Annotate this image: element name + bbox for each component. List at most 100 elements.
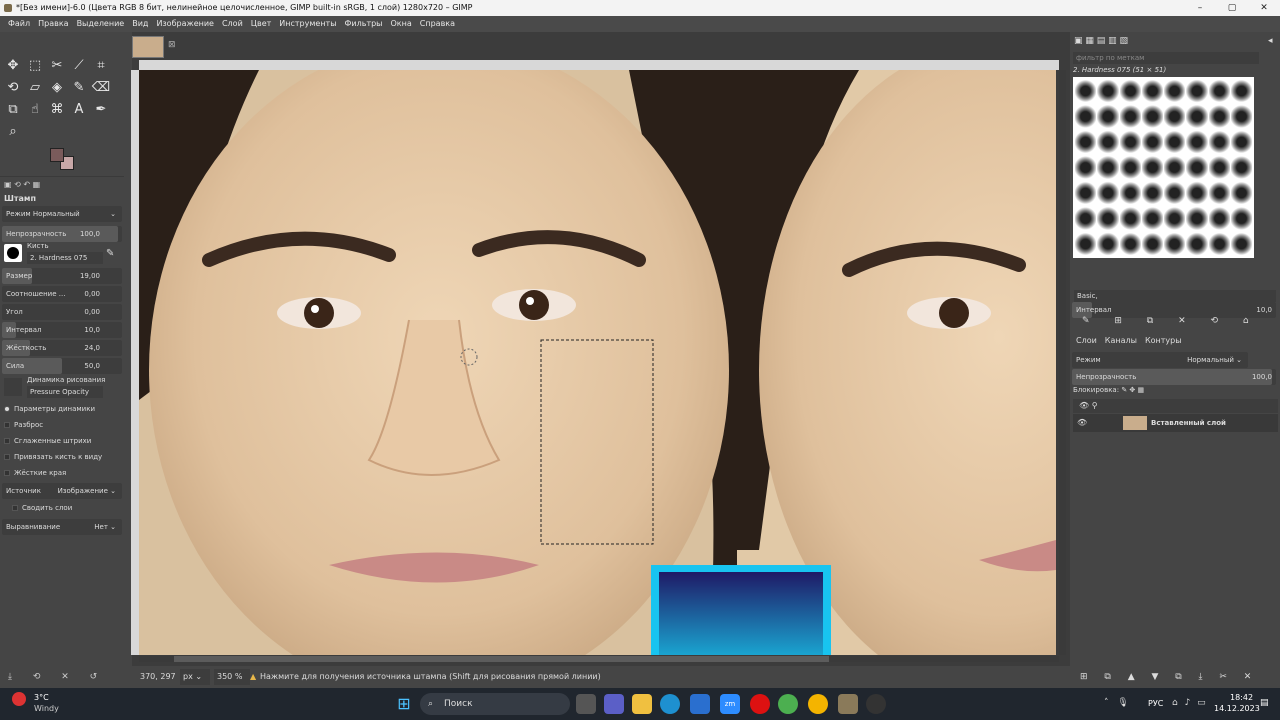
brush-item[interactable]: [1075, 129, 1097, 155]
param-force[interactable]: Сила 50,0: [2, 358, 122, 374]
taskbar-search[interactable]: ⌕ Поиск: [420, 693, 570, 715]
menu-select[interactable]: Выделение: [73, 16, 129, 32]
gimp-taskbar-icon[interactable]: [838, 694, 858, 714]
brush-item[interactable]: [1230, 104, 1252, 129]
menu-edit[interactable]: Правка: [34, 16, 72, 32]
brush-item[interactable]: [1075, 104, 1097, 129]
brush-item[interactable]: [1119, 231, 1141, 256]
brush-item[interactable]: [1164, 104, 1186, 129]
warp-icon[interactable]: ✂: [46, 54, 68, 76]
tool-options-footer-icons[interactable]: ⤓ ⟲ ✕ ↺: [8, 672, 97, 682]
brush-item[interactable]: [1186, 206, 1208, 231]
image-thumbnail-tab[interactable]: [132, 36, 164, 58]
canvas-image[interactable]: [139, 70, 1056, 655]
brush-item[interactable]: [1164, 231, 1186, 256]
eraser-icon[interactable]: ⌫: [90, 76, 112, 98]
minimize-button[interactable]: –: [1184, 0, 1216, 16]
paths-icon[interactable]: ⌘: [46, 98, 68, 120]
rect-select-icon[interactable]: ⬚: [24, 54, 46, 76]
clock-time[interactable]: 18:42: [1230, 693, 1253, 702]
menu-image[interactable]: Изображение: [152, 16, 218, 32]
brush-item[interactable]: [1186, 155, 1208, 180]
brush-item[interactable]: [1097, 231, 1119, 256]
brush-item[interactable]: [1141, 180, 1163, 206]
brush-item[interactable]: [1119, 155, 1141, 180]
brush-item[interactable]: [1230, 206, 1252, 231]
close-button[interactable]: ✕: [1248, 0, 1280, 16]
store-icon[interactable]: [690, 694, 710, 714]
brush-item[interactable]: [1164, 180, 1186, 206]
tab-paths[interactable]: Контуры: [1145, 334, 1182, 348]
brush-item[interactable]: [1208, 206, 1230, 231]
brush-item[interactable]: [1208, 104, 1230, 129]
jitter-checkbox[interactable]: Разброс: [4, 418, 43, 432]
lock-pixels-icon[interactable]: ✎: [1121, 386, 1127, 394]
brush-preview[interactable]: [4, 244, 22, 262]
brush-item[interactable]: [1186, 104, 1208, 129]
vertical-scrollbar[interactable]: [1059, 70, 1066, 655]
tray-icons[interactable]: ˄ 🎙: [1104, 698, 1129, 708]
maximize-button[interactable]: ▢: [1216, 0, 1248, 16]
brush-edit-icon[interactable]: ✎: [106, 248, 114, 259]
brush-item[interactable]: [1119, 129, 1141, 155]
brush-item[interactable]: [1230, 129, 1252, 155]
tab-layers[interactable]: Слои: [1076, 334, 1097, 348]
horizontal-scrollbar[interactable]: [139, 656, 1059, 662]
color-picker-icon[interactable]: ✒: [90, 98, 112, 120]
brush-item[interactable]: [1186, 129, 1208, 155]
foreground-color-swatch[interactable]: [50, 148, 64, 162]
vertical-ruler[interactable]: [131, 70, 139, 655]
brush-item[interactable]: [1208, 155, 1230, 180]
chrome-icon[interactable]: [778, 694, 798, 714]
param-size[interactable]: Размер 19,00: [2, 268, 122, 284]
param-spacing[interactable]: Интервал 10,0: [2, 322, 122, 338]
layer-name[interactable]: Вставленный слой: [1151, 414, 1226, 432]
brush-item[interactable]: [1075, 79, 1097, 104]
brush-item[interactable]: [1186, 180, 1208, 206]
brush-item[interactable]: [1119, 104, 1141, 129]
brush-item[interactable]: [1164, 79, 1186, 104]
edge-icon[interactable]: [660, 694, 680, 714]
mode-select[interactable]: Режим Нормальный ⌄: [2, 206, 122, 222]
brush-item[interactable]: [1164, 155, 1186, 180]
bucket-fill-icon[interactable]: ◈: [46, 76, 68, 98]
brush-item[interactable]: [1208, 231, 1230, 256]
zoom-app-icon[interactable]: zm: [720, 694, 740, 714]
dock-tab-icons[interactable]: ▣ ▦ ▤ ▥ ▧: [1074, 36, 1128, 46]
brush-grid[interactable]: [1073, 77, 1254, 258]
layer-row[interactable]: 👁 Вставленный слой: [1073, 414, 1278, 432]
brush-item[interactable]: [1230, 180, 1252, 206]
eye-icon[interactable]: 👁: [1077, 414, 1087, 432]
perspective-icon[interactable]: ▱: [24, 76, 46, 98]
notifications-icon[interactable]: ▤: [1260, 698, 1269, 708]
brush-item[interactable]: [1097, 79, 1119, 104]
brush-item[interactable]: [1141, 104, 1163, 129]
brush-item[interactable]: [1097, 129, 1119, 155]
brush-item[interactable]: [1186, 79, 1208, 104]
windows-start-icon[interactable]: ⊞: [394, 694, 414, 714]
brush-item[interactable]: [1230, 79, 1252, 104]
zoom-icon[interactable]: ⌕: [2, 120, 24, 142]
rotate-icon[interactable]: ⟲: [2, 76, 24, 98]
smudge-icon[interactable]: ☝: [24, 98, 46, 120]
lock-alpha-icon[interactable]: ▦: [1138, 386, 1145, 394]
brush-item[interactable]: [1075, 206, 1097, 231]
unit-select[interactable]: px ⌄: [180, 669, 210, 685]
menu-help[interactable]: Справка: [416, 16, 459, 32]
brush-item[interactable]: [1075, 155, 1097, 180]
brush-item[interactable]: [1141, 206, 1163, 231]
crop-icon[interactable]: ⌗: [90, 54, 112, 76]
horizontal-ruler[interactable]: [139, 60, 1059, 70]
dynamics-value[interactable]: Pressure Opacity: [27, 386, 103, 398]
brush-item[interactable]: [1097, 180, 1119, 206]
brush-item[interactable]: [1164, 206, 1186, 231]
brush-preset-select[interactable]: Basic,: [1074, 290, 1276, 302]
opera-icon[interactable]: [750, 694, 770, 714]
brush-item[interactable]: [1097, 206, 1119, 231]
dynamics-icon[interactable]: [4, 378, 22, 396]
chrome-alt-icon[interactable]: [808, 694, 828, 714]
brush-item[interactable]: [1097, 155, 1119, 180]
lock-brush-checkbox[interactable]: Привязать кисть к виду: [4, 450, 102, 464]
brush-item[interactable]: [1097, 104, 1119, 129]
menu-file[interactable]: Файл: [4, 16, 34, 32]
